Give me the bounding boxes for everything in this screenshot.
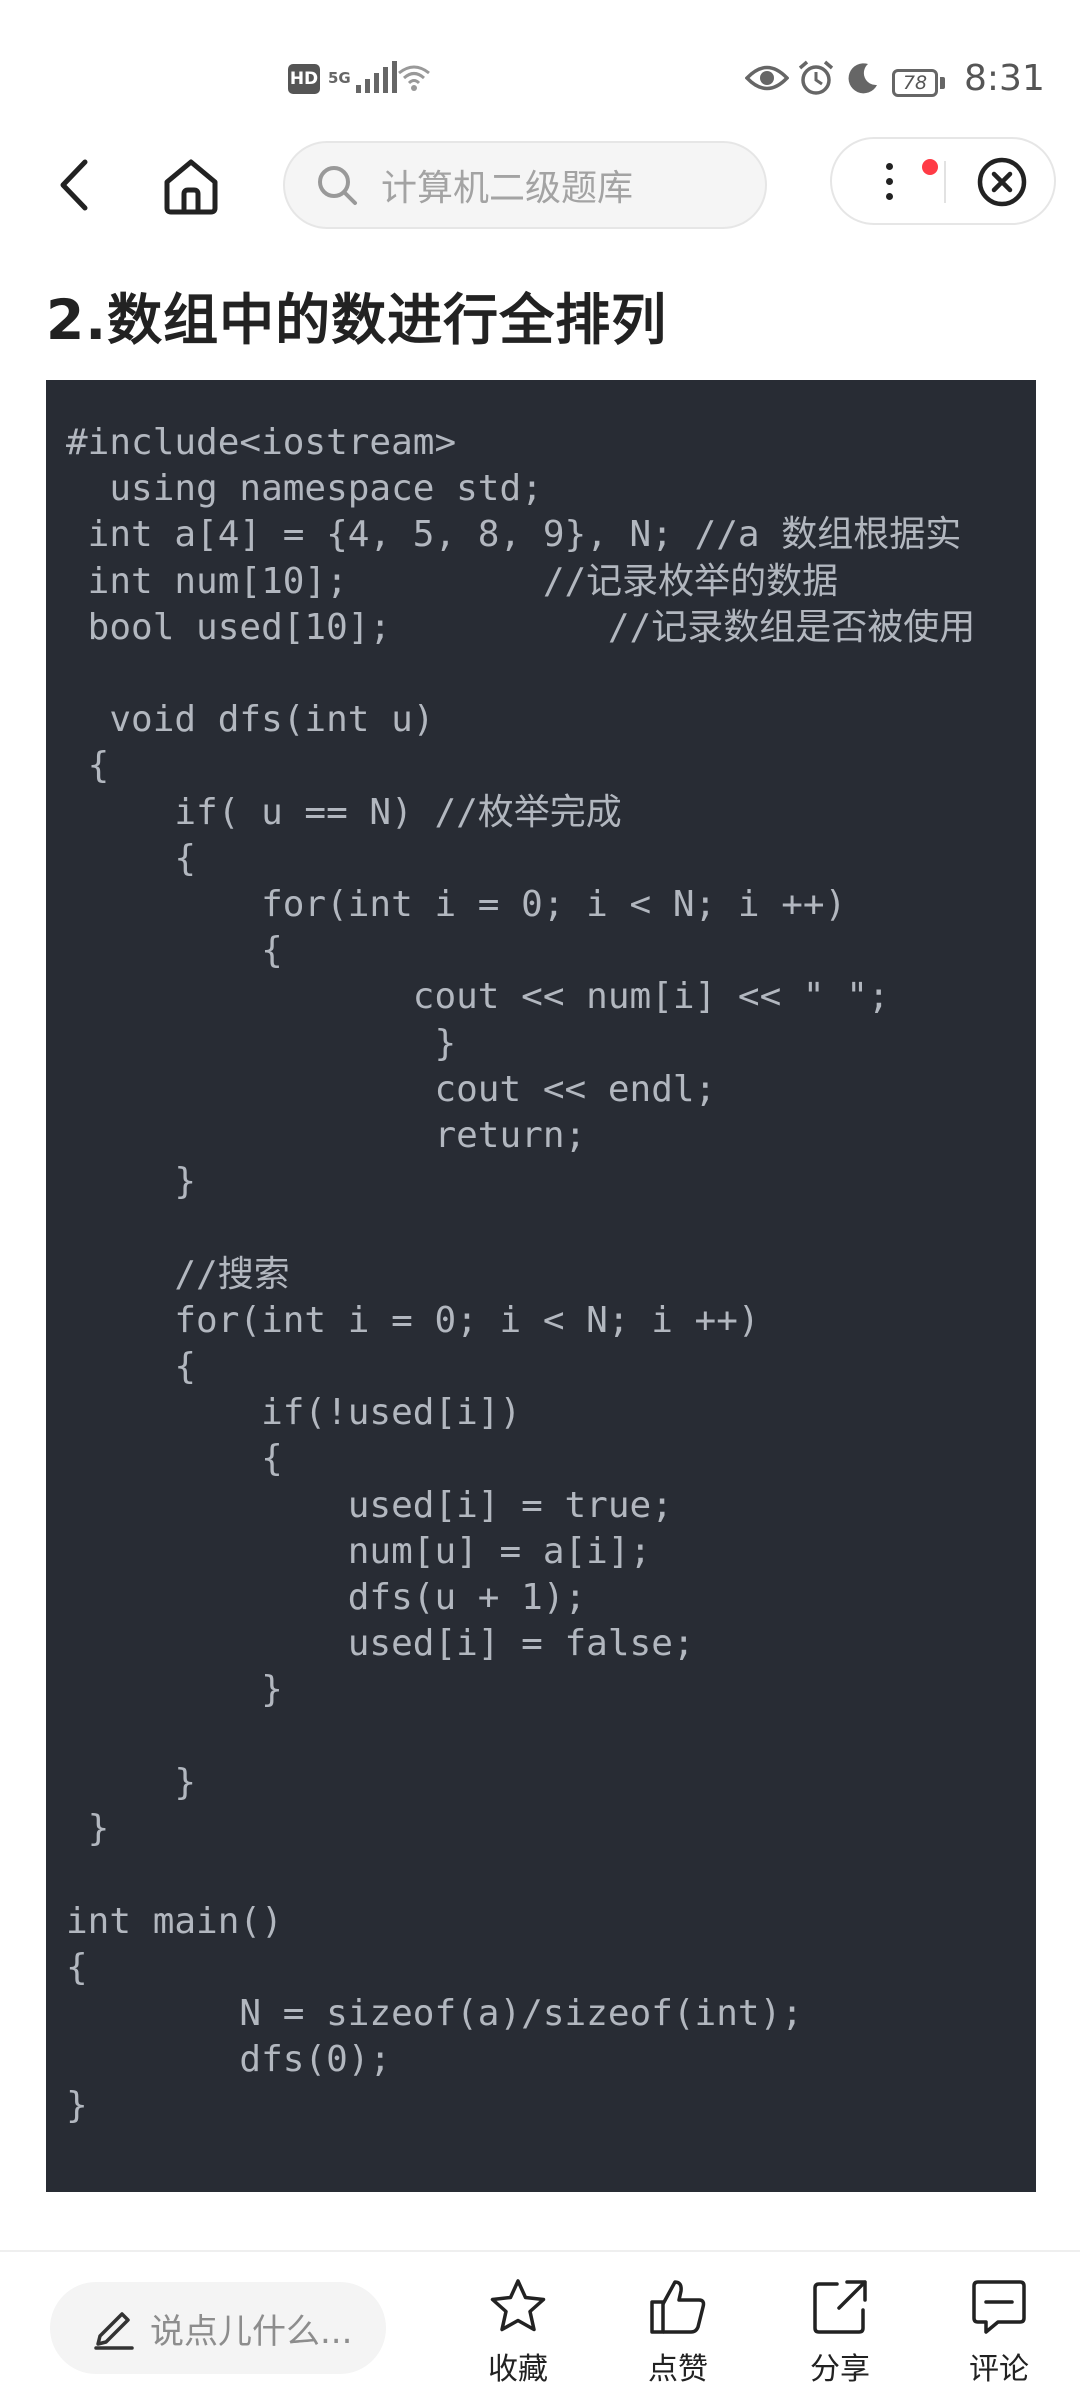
- favorite-button[interactable]: 收藏: [463, 2272, 573, 2392]
- notification-dot: [922, 159, 938, 175]
- network-type-label: 5G: [328, 69, 351, 87]
- search-icon: [315, 163, 359, 207]
- close-button[interactable]: [967, 147, 1037, 217]
- bottom-bar: 说点儿什么... 收藏 点赞 分享 评论: [0, 2250, 1080, 2402]
- more-icon: [886, 163, 893, 208]
- capsule-divider: [944, 161, 946, 203]
- code-text: #include<iostream> using namespace std; …: [66, 422, 976, 2127]
- mini-program-capsule: [830, 137, 1056, 225]
- home-icon: [164, 159, 218, 215]
- top-nav: 计算机二级题库: [0, 130, 1080, 240]
- clock: 8:31: [964, 57, 1045, 99]
- comment-placeholder: 说点儿什么...: [150, 2311, 353, 2352]
- back-button[interactable]: [44, 150, 104, 220]
- eye-icon: [745, 58, 789, 98]
- status-bar: HD 5G 78 8:31: [0, 0, 1080, 130]
- more-button[interactable]: [852, 145, 938, 217]
- like-label: 点赞: [648, 2352, 708, 2387]
- share-label: 分享: [810, 2352, 870, 2387]
- moon-icon: [846, 58, 880, 98]
- battery-icon: 78: [892, 63, 945, 103]
- back-icon: [60, 159, 88, 211]
- comment-label: 评论: [969, 2352, 1029, 2387]
- share-icon: [785, 2272, 895, 2342]
- alarm-icon: [797, 58, 835, 98]
- star-icon: [463, 2272, 573, 2342]
- like-button[interactable]: 点赞: [623, 2272, 733, 2392]
- search-placeholder: 计算机二级题库: [381, 168, 634, 209]
- article-title: 2.数组中的数进行全排列: [46, 288, 668, 352]
- hd-icon: HD: [288, 64, 320, 94]
- signal-icon: 5G: [328, 58, 398, 98]
- favorite-label: 收藏: [488, 2352, 548, 2387]
- home-button[interactable]: [155, 150, 227, 222]
- comment-icon: [944, 2272, 1054, 2342]
- thumbs-up-icon: [623, 2272, 733, 2342]
- battery-level: 78: [892, 69, 938, 97]
- comment-button[interactable]: 评论: [944, 2272, 1054, 2392]
- pencil-icon: [92, 2305, 138, 2351]
- share-button[interactable]: 分享: [785, 2272, 895, 2392]
- code-block: #include<iostream> using namespace std; …: [46, 380, 1036, 2192]
- close-icon: [977, 157, 1027, 207]
- search-input[interactable]: 计算机二级题库: [283, 141, 767, 229]
- wifi-icon: [396, 58, 432, 98]
- comment-input[interactable]: 说点儿什么...: [50, 2282, 386, 2374]
